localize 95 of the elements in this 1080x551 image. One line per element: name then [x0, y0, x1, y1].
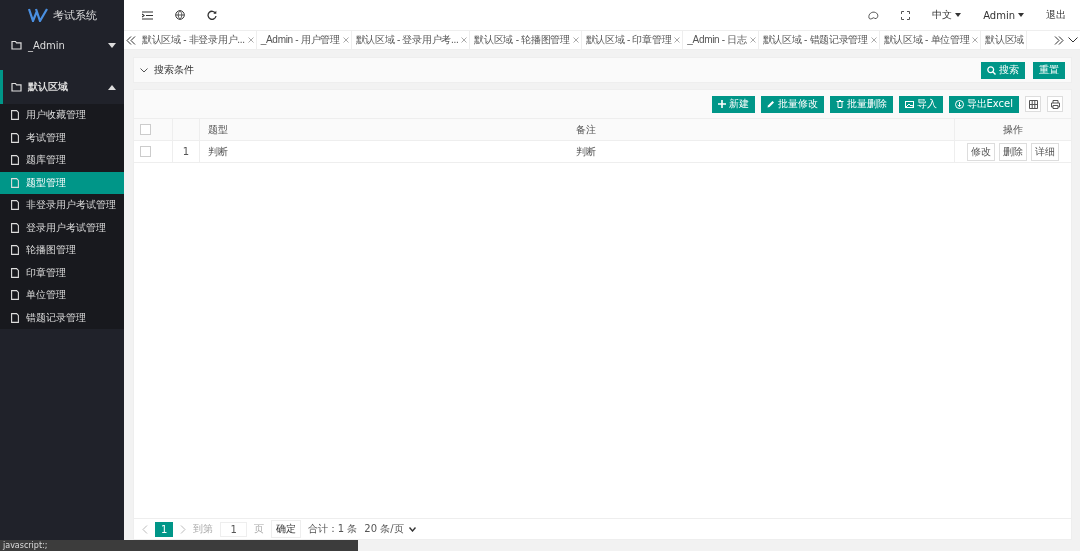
columns-button[interactable] [1025, 96, 1041, 112]
page-icon [11, 132, 19, 143]
close-icon[interactable] [342, 37, 349, 43]
prev-page-icon[interactable] [142, 524, 148, 534]
pencil-icon [766, 100, 775, 108]
page-icon [11, 200, 19, 211]
sidebar-item[interactable]: 轮播图管理 [0, 239, 124, 262]
search-panel-button[interactable]: 搜索 [981, 61, 1025, 79]
tab[interactable]: 默认区域 - 印章管理 [581, 31, 684, 49]
tab[interactable]: _Admin - 日志 [683, 31, 759, 49]
folder-icon [11, 40, 22, 50]
panel-title: 搜索条件 [154, 63, 194, 77]
tab[interactable]: 默认区域 - 错题记录管理 [758, 31, 880, 49]
user-dropdown[interactable]: Admin [983, 9, 1024, 21]
tab[interactable]: 默认区域 - 非登录用户... [138, 31, 257, 49]
sidebar-item[interactable]: 考试管理 [0, 126, 124, 149]
column-header: 备注 [568, 119, 955, 141]
close-icon[interactable] [674, 37, 681, 43]
page-icon [11, 110, 19, 121]
page-input[interactable]: 1 [220, 521, 247, 537]
page-icon [11, 177, 19, 188]
sidebar-item[interactable]: 题库管理 [0, 149, 124, 172]
fullscreen-icon[interactable] [901, 10, 911, 20]
close-icon[interactable] [749, 37, 756, 43]
sidebar-item[interactable]: 题型管理 [0, 171, 124, 194]
row-action-button[interactable]: 删除 [999, 142, 1027, 161]
toolbar-button[interactable]: 导入 [898, 95, 943, 113]
close-icon[interactable] [972, 37, 979, 43]
chevron-down-icon[interactable] [140, 67, 148, 73]
close-icon[interactable] [461, 37, 468, 43]
grid-icon [1028, 99, 1038, 109]
total-count: 合计：1 条 [307, 522, 358, 536]
page-icon [11, 290, 19, 301]
page-size-select[interactable]: 20 条/页 [364, 522, 416, 536]
column-header: 题型 [199, 119, 568, 141]
caret-icon [108, 84, 116, 90]
toolbar-button[interactable]: 导出Excel [948, 95, 1019, 113]
chevron-down-icon[interactable] [1068, 37, 1078, 43]
sidebar-item[interactable]: 错题记录管理 [0, 306, 124, 329]
logo-icon [27, 8, 48, 22]
sidebar-item[interactable]: 登录用户考试管理 [0, 216, 124, 239]
printer-icon [1050, 99, 1060, 109]
page-icon [11, 245, 19, 256]
row-checkbox[interactable] [140, 146, 151, 158]
caret-icon [108, 42, 116, 48]
row-number: 1 [172, 140, 200, 163]
scroll-left-icon[interactable] [126, 35, 136, 45]
logout-link[interactable]: 退出 [1046, 8, 1066, 22]
sidebar-item[interactable]: 用户收藏管理 [0, 104, 124, 127]
status-bar: javascript:; [0, 540, 358, 551]
sidebar-item[interactable]: 非登录用户考试管理 [0, 194, 124, 217]
select-all-checkbox[interactable] [140, 124, 151, 136]
plus-icon [717, 100, 726, 108]
image-icon [904, 100, 914, 108]
close-icon[interactable] [247, 37, 254, 43]
sidebar-group[interactable]: _Admin [0, 30, 124, 60]
page-unit: 页 [253, 522, 264, 536]
goto-label: 到第 [193, 522, 214, 536]
page-icon [11, 267, 19, 278]
tab[interactable]: 默认区域 - 轮播图管理 [470, 31, 582, 49]
tab[interactable]: 默认区域 - 登录用户考... [351, 31, 471, 49]
page-icon [11, 155, 19, 166]
next-page-icon[interactable] [180, 524, 187, 534]
search-icon [987, 65, 996, 75]
toolbar-button[interactable]: 批量删除 [829, 95, 893, 113]
download-icon [954, 99, 964, 109]
page-icon [11, 222, 19, 233]
scroll-right-icon[interactable] [1054, 35, 1064, 45]
refresh-icon[interactable] [207, 10, 217, 20]
table-cell: 判断 [568, 140, 955, 163]
app-title: 考试系统 [52, 7, 97, 23]
close-icon[interactable] [572, 37, 579, 43]
confirm-button[interactable]: 确定 [270, 520, 301, 538]
close-icon[interactable] [870, 37, 877, 43]
menu-icon[interactable] [142, 10, 153, 20]
sidebar-item[interactable]: 单位管理 [0, 284, 124, 307]
column-header: 操作 [954, 119, 1071, 141]
language-dropdown[interactable]: 中文 [932, 8, 962, 22]
print-button[interactable] [1047, 96, 1063, 112]
tab[interactable]: 默认区域 - 单位管理 [879, 31, 982, 49]
row-action-button[interactable]: 详细 [1031, 142, 1059, 161]
sidebar-item[interactable]: 印章管理 [0, 261, 124, 284]
tab[interactable]: _Admin - 用户管理 [256, 31, 352, 49]
search-panel-button[interactable]: 重置 [1033, 61, 1065, 79]
chevron-down-icon [408, 526, 416, 532]
tab[interactable]: 默认区域 [981, 31, 1028, 49]
page-icon [11, 312, 19, 323]
folder-icon [11, 82, 22, 92]
page-button[interactable]: 1 [155, 521, 174, 537]
toolbar-button[interactable]: 批量修改 [760, 95, 824, 113]
toolbar-button[interactable]: 新建 [711, 95, 755, 113]
table-cell: 判断 [199, 140, 568, 163]
globe-icon[interactable] [175, 10, 185, 20]
trash-icon [835, 100, 844, 108]
row-action-button[interactable]: 修改 [967, 142, 995, 161]
